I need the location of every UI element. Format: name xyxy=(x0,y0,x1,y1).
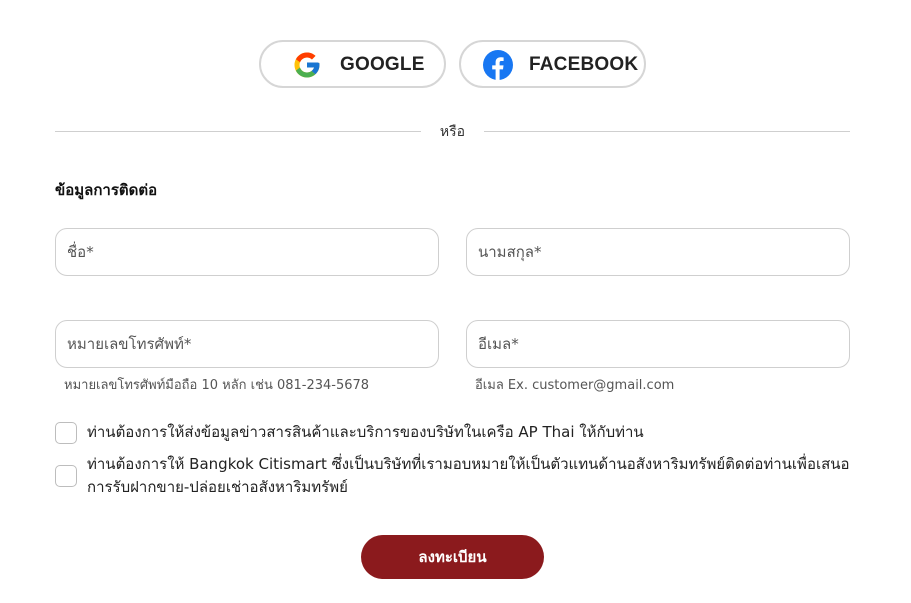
consent-label-citismart: ท่านต้องการให้ Bangkok Citismart ซึ่งเป็… xyxy=(87,455,850,496)
google-icon xyxy=(294,52,320,78)
email-field[interactable] xyxy=(466,320,850,368)
divider-line-right xyxy=(484,131,850,132)
last-name-field[interactable] xyxy=(466,228,850,276)
first-name-field[interactable] xyxy=(55,228,439,276)
facebook-label: FACEBOOK xyxy=(529,54,639,75)
divider-text: หรือ xyxy=(439,124,466,140)
consent-label-ap-thai: ท่านต้องการให้ส่งข้อมูลข่าวสารสินค้าและบ… xyxy=(87,423,644,441)
google-label: GOOGLE xyxy=(340,54,425,75)
facebook-login-button[interactable]: FACEBOOK xyxy=(459,40,646,88)
phone-field[interactable] xyxy=(55,320,439,368)
facebook-icon xyxy=(483,50,513,80)
email-hint: อีเมล Ex. customer@gmail.com xyxy=(475,378,675,393)
divider-line-left xyxy=(55,131,421,132)
consent-checkbox-citismart[interactable] xyxy=(55,465,77,487)
register-button[interactable]: ลงทะเบียน xyxy=(361,535,544,579)
phone-hint: หมายเลขโทรศัพท์มือถือ 10 หลัก เช่น 081-2… xyxy=(64,378,370,393)
contact-section-title: ข้อมูลการติดต่อ xyxy=(55,181,158,199)
consent-checkbox-ap-thai[interactable] xyxy=(55,422,77,444)
google-login-button[interactable]: GOOGLE xyxy=(259,40,446,88)
